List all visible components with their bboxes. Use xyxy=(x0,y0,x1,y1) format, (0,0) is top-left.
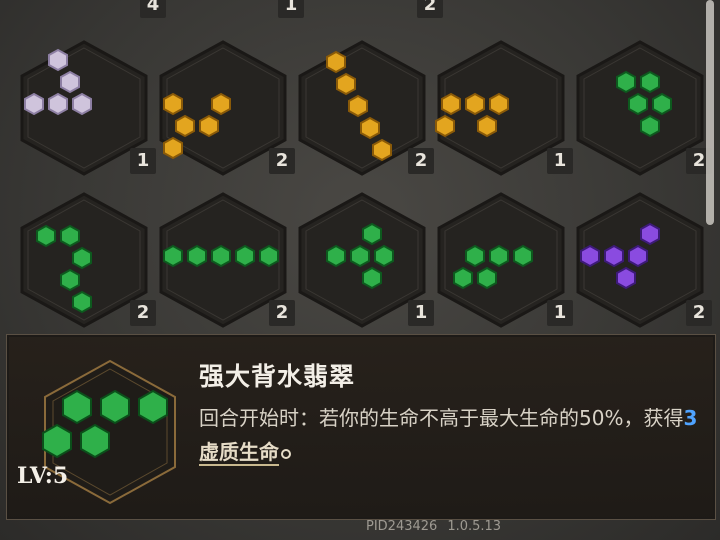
relic-slot-8[interactable]: 1 xyxy=(294,190,434,330)
build-info: PID243426 1.0.5.13 xyxy=(366,519,511,534)
desc-number: 3 xyxy=(683,406,698,430)
relic-count: 2 xyxy=(408,148,434,174)
top-count-1: 4 xyxy=(140,0,166,18)
keyword-link[interactable]: 虚质生命 xyxy=(199,440,279,466)
relic-count: 2 xyxy=(130,300,156,326)
relic-slot-7[interactable]: 2 xyxy=(155,190,295,330)
relic-slot-4[interactable]: 1 xyxy=(433,38,573,178)
pid-text: PID243426 xyxy=(366,519,438,534)
keyword-info-icon xyxy=(281,448,291,459)
relic-slot-6[interactable]: 2 xyxy=(16,190,156,330)
relic-slot-2[interactable]: 2 xyxy=(155,38,295,178)
relic-description: 回合开始时：若你的生命不高于最大生命的50%，获得3 虚质生命 xyxy=(199,401,699,469)
relic-slot-1[interactable]: 1 xyxy=(16,38,156,178)
relic-level: LV:5 xyxy=(17,463,69,489)
relic-count: 1 xyxy=(408,300,434,326)
relic-count: 1 xyxy=(130,148,156,174)
version-text: 1.0.5.13 xyxy=(447,519,502,534)
relic-title: 强大背水翡翠 xyxy=(199,362,356,391)
relic-count: 1 xyxy=(547,300,573,326)
top-count-3: 2 xyxy=(417,0,443,18)
relic-count: 2 xyxy=(686,300,712,326)
relic-slot-5[interactable]: 2 xyxy=(572,38,712,178)
relic-count: 2 xyxy=(269,300,295,326)
relic-slot-9[interactable]: 1 xyxy=(433,190,573,330)
relic-tooltip-panel: LV:5 强大背水翡翠 回合开始时：若你的生命不高于最大生命的50%，获得3 虚质… xyxy=(6,334,716,520)
desc-text: 回合开始时：若你的生命不高于最大生命的50%，获得 xyxy=(199,406,684,430)
relic-count: 2 xyxy=(269,148,295,174)
top-count-2: 1 xyxy=(278,0,304,18)
relic-slot-10[interactable]: 2 xyxy=(572,190,712,330)
relic-count: 1 xyxy=(547,148,573,174)
scrollbar[interactable] xyxy=(706,0,714,225)
relic-slot-3[interactable]: 2 xyxy=(294,38,434,178)
